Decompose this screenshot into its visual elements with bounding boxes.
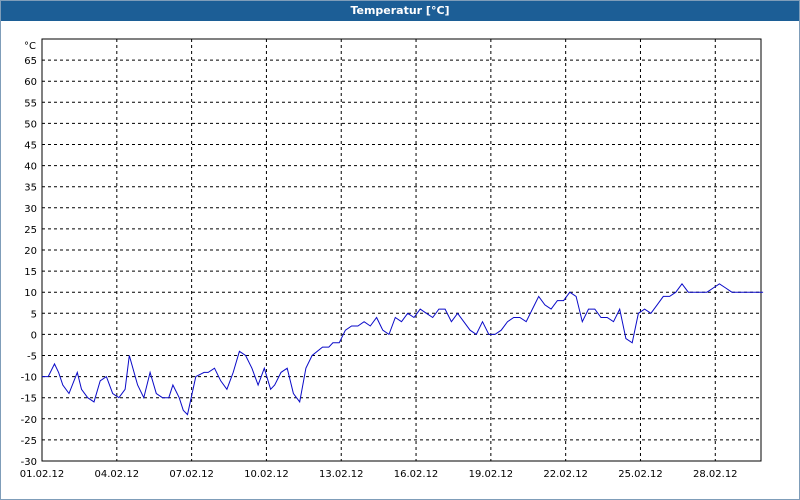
x-tick-label: 10.02.12	[244, 469, 289, 480]
y-tick-label: 35	[24, 183, 37, 194]
x-tick-label: 28.02.12	[693, 469, 738, 480]
x-tick-label: 13.02.12	[319, 469, 364, 480]
y-tick-label: 45	[24, 141, 37, 152]
y-tick-label: 50	[24, 119, 37, 130]
y-tick-label: 25	[24, 225, 37, 236]
y-tick-label: 55	[24, 98, 37, 109]
y-tick-label: -25	[21, 436, 37, 447]
x-axis-ticks: 01.02.12 04.02.12 07.02.12 10.02.12 13.02.12…	[20, 469, 738, 480]
y-tick-label: 5	[31, 309, 37, 320]
plot-area	[41, 38, 762, 462]
y-tick-label: -5	[27, 352, 37, 363]
x-tick-label: 01.02.12	[20, 469, 65, 480]
y-tick-label: -10	[21, 373, 37, 384]
y-tick-label: 40	[24, 162, 37, 173]
temperature-chart: -30 -25 -20 -15 -10 -5 0 5 10 15 20 25 30 35 40 45 50 55 6…	[20, 38, 764, 480]
y-tick-label: 60	[24, 77, 37, 88]
y-tick-label: 65	[24, 56, 37, 67]
y-tick-label: -30	[21, 457, 37, 468]
y-tick-label: 0	[31, 330, 37, 341]
y-axis-ticks: -30 -25 -20 -15 -10 -5 0 5 10 15 20 25 30 35 40 45 50 55 6…	[21, 56, 37, 468]
y-tick-label: 30	[24, 204, 37, 215]
x-tick-label: 07.02.12	[169, 469, 214, 480]
y-axis-unit-label: °C	[24, 41, 36, 52]
temperature-series-line	[42, 282, 764, 416]
y-tick-label: -15	[21, 394, 37, 405]
x-tick-label: 25.02.12	[618, 469, 663, 480]
y-tick-label: 15	[24, 267, 37, 278]
grid-lines	[42, 39, 761, 461]
y-tick-label: 10	[24, 288, 37, 299]
x-tick-label: 16.02.12	[394, 469, 439, 480]
y-tick-label: -20	[21, 415, 37, 426]
x-tick-label: 04.02.12	[95, 469, 140, 480]
x-tick-label: 19.02.12	[469, 469, 514, 480]
y-tick-label: 20	[24, 246, 37, 257]
x-tick-label: 22.02.12	[543, 469, 588, 480]
